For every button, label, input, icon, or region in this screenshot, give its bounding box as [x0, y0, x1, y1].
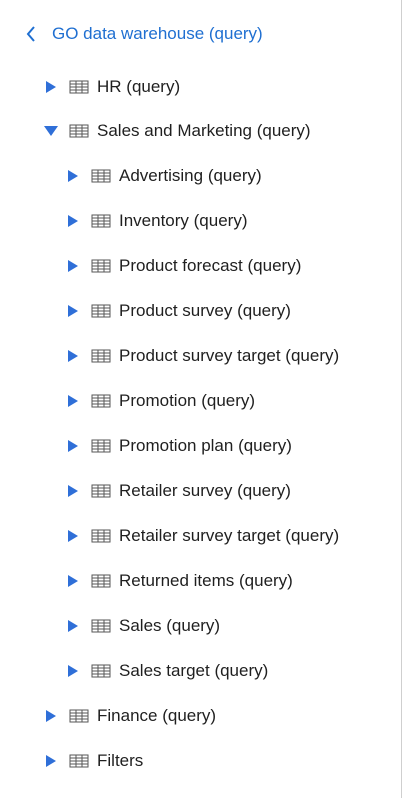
table-icon	[69, 754, 89, 768]
table-icon	[69, 709, 89, 723]
table-icon	[91, 304, 111, 318]
tree-item-sales[interactable]: Sales (query)	[65, 611, 220, 641]
table-icon	[91, 169, 111, 183]
tree-item-inventory[interactable]: Inventory (query)	[65, 206, 248, 236]
tree-item-label: Product survey (query)	[119, 301, 291, 320]
tree-item-label: Finance (query)	[97, 706, 217, 725]
tree-item-label: Promotion plan (query)	[119, 436, 292, 455]
table-icon	[91, 259, 111, 273]
tree-item-label: Product forecast (query)	[119, 256, 302, 275]
caret-right-icon[interactable]	[43, 753, 59, 769]
caret-right-icon[interactable]	[65, 618, 81, 634]
caret-right-icon[interactable]	[43, 79, 59, 95]
tree-item-filters[interactable]: Filters	[43, 746, 143, 776]
tree-item-finance[interactable]: Finance (query)	[43, 701, 216, 731]
tree-item-label: Retailer survey target (query)	[119, 526, 340, 545]
table-icon	[91, 439, 111, 453]
tree-item-label: Returned items (query)	[119, 571, 293, 590]
caret-right-icon[interactable]	[65, 393, 81, 409]
caret-right-icon[interactable]	[65, 483, 81, 499]
tree-item-advertising[interactable]: Advertising (query)	[65, 161, 262, 191]
tree-item-retailer-survey[interactable]: Retailer survey (query)	[65, 476, 291, 506]
tree-item-label: Sales (query)	[119, 616, 221, 635]
back-link-label[interactable]: GO data warehouse (query)	[52, 24, 263, 44]
table-icon	[91, 574, 111, 588]
caret-down-icon[interactable]	[43, 123, 59, 139]
table-icon	[91, 619, 111, 633]
tree-item-label: HR (query)	[97, 77, 181, 96]
tree-item-sales-and-marketing[interactable]: Sales and Marketing (query)	[43, 116, 311, 146]
tree-item-sales-target[interactable]: Sales target (query)	[65, 656, 268, 686]
tree-item-label: Filters	[97, 751, 144, 770]
table-icon	[91, 394, 111, 408]
tree-item-product-forecast[interactable]: Product forecast (query)	[65, 251, 301, 281]
table-icon	[69, 80, 89, 94]
tree-item-label: Advertising (query)	[119, 166, 262, 185]
source-tree-panel: GO data warehouse (query) HR (query) Sal…	[0, 0, 402, 798]
caret-right-icon[interactable]	[65, 213, 81, 229]
table-icon	[91, 484, 111, 498]
tree-item-label: Sales target (query)	[119, 661, 269, 680]
back-link[interactable]: GO data warehouse (query)	[22, 19, 263, 49]
caret-right-icon[interactable]	[65, 168, 81, 184]
caret-right-icon[interactable]	[65, 438, 81, 454]
table-icon	[91, 664, 111, 678]
tree-item-product-survey-target[interactable]: Product survey target (query)	[65, 341, 339, 371]
table-icon	[69, 124, 89, 138]
table-icon	[91, 214, 111, 228]
tree-item-label: Inventory (query)	[119, 211, 248, 230]
caret-right-icon[interactable]	[43, 708, 59, 724]
tree-item-product-survey[interactable]: Product survey (query)	[65, 296, 291, 326]
caret-right-icon[interactable]	[65, 303, 81, 319]
caret-right-icon[interactable]	[65, 573, 81, 589]
tree-item-label: Product survey target (query)	[119, 346, 340, 365]
caret-right-icon[interactable]	[65, 528, 81, 544]
caret-right-icon[interactable]	[65, 663, 81, 679]
tree-item-retailer-survey-target[interactable]: Retailer survey target (query)	[65, 521, 339, 551]
caret-right-icon[interactable]	[65, 348, 81, 364]
tree-item-label: Retailer survey (query)	[119, 481, 291, 500]
chevron-left-icon[interactable]	[22, 24, 40, 44]
tree-item-label: Sales and Marketing (query)	[97, 121, 311, 140]
caret-right-icon[interactable]	[65, 258, 81, 274]
tree-item-promotion[interactable]: Promotion (query)	[65, 386, 255, 416]
table-icon	[91, 349, 111, 363]
tree-item-returned-items[interactable]: Returned items (query)	[65, 566, 293, 596]
tree-item-hr[interactable]: HR (query)	[43, 72, 180, 102]
tree-item-promotion-plan[interactable]: Promotion plan (query)	[65, 431, 292, 461]
table-icon	[91, 529, 111, 543]
tree-item-label: Promotion (query)	[119, 391, 256, 410]
